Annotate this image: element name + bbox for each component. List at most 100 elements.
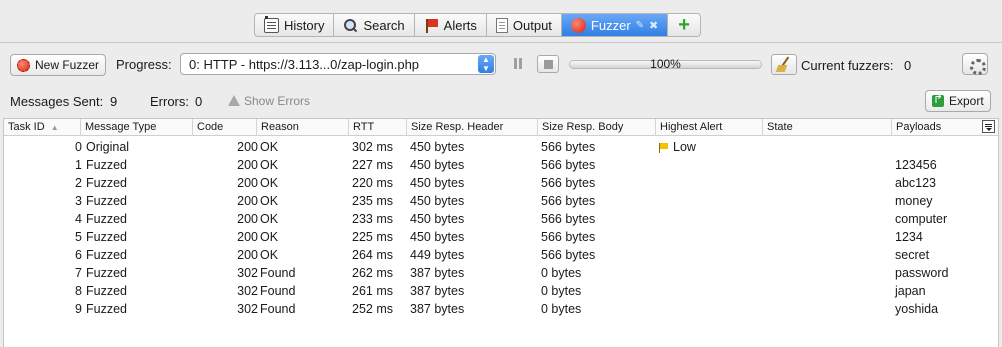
cell-payload: 1234 — [895, 230, 923, 244]
table-row[interactable]: 4 Fuzzed 200 OK 233 ms 450 bytes 566 bytes comp… — [4, 210, 998, 228]
column-header-payloads[interactable]: Payloads — [892, 119, 977, 136]
results-table[interactable]: Task ID ▲ Message Type Code Reason RTT Si… — [3, 118, 999, 347]
cell-rtt: 220 ms — [352, 176, 393, 190]
tab-bar: History Search Alerts Output Fuzzer ✎ ✖ … — [254, 13, 701, 37]
stop-button[interactable] — [537, 55, 559, 73]
table-row[interactable]: 9 Fuzzed 302 Found 252 ms 387 bytes 0 bytes yos… — [4, 300, 998, 318]
cell-code: 200 — [237, 248, 258, 262]
tab-output-label: Output — [512, 17, 552, 33]
table-header: Task ID ▲ Message Type Code Reason RTT Si… — [4, 119, 998, 136]
cell-reason: OK — [260, 176, 279, 190]
cell-message-type: Fuzzed — [86, 284, 127, 298]
cell-size-resp-body: 566 bytes — [541, 176, 596, 190]
column-header-task-id[interactable]: Task ID ▲ — [4, 119, 81, 136]
export-icon — [932, 92, 944, 107]
cell-task-id: 4 — [75, 212, 82, 226]
cell-payload: computer — [895, 212, 948, 226]
current-fuzzers-value: 0 — [904, 58, 912, 73]
column-header-state[interactable]: State — [763, 119, 892, 136]
tab-fuzzer[interactable]: Fuzzer ✎ ✖ — [560, 13, 668, 37]
cell-task-id: 8 — [75, 284, 82, 298]
cell-task-id: 2 — [75, 176, 82, 190]
close-icon[interactable]: ✖ — [649, 19, 658, 32]
cell-payload: yoshida — [895, 302, 939, 316]
clear-broom-button[interactable] — [771, 54, 797, 75]
column-header-size-resp-header[interactable]: Size Resp. Header — [407, 119, 538, 136]
column-header-size-resp-body[interactable]: Size Resp. Body — [538, 119, 656, 136]
new-fuzzer-button[interactable]: New Fuzzer — [10, 54, 107, 76]
cell-reason: Found — [260, 266, 296, 280]
show-errors-button[interactable]: Show Errors — [228, 94, 310, 108]
new-fuzzer-label: New Fuzzer — [35, 58, 100, 72]
cell-size-resp-header: 450 bytes — [410, 176, 465, 190]
column-header-message-type[interactable]: Message Type — [81, 119, 193, 136]
errors-label: Errors: — [150, 94, 189, 109]
cell-task-id: 9 — [75, 302, 82, 316]
pin-icon[interactable]: ✎ — [636, 20, 644, 31]
cell-rtt: 261 ms — [352, 284, 393, 298]
column-header-code[interactable]: Code — [193, 119, 257, 136]
cell-reason: OK — [260, 248, 279, 262]
progress-bar: 100% — [569, 57, 762, 71]
tab-output[interactable]: Output — [485, 13, 561, 37]
cell-size-resp-body: 0 bytes — [541, 302, 582, 316]
history-icon — [264, 15, 279, 33]
cell-reason: Found — [260, 284, 296, 298]
cell-size-resp-body: 566 bytes — [541, 212, 596, 226]
cell-rtt: 233 ms — [352, 212, 393, 226]
cell-size-resp-body: 566 bytes — [541, 140, 596, 154]
cell-highest-alert: Low — [659, 138, 696, 156]
alert-level: Low — [673, 140, 696, 154]
export-label: Export — [949, 94, 984, 108]
gear-icon[interactable] — [962, 53, 988, 75]
cell-payload: secret — [895, 248, 930, 262]
cell-size-resp-header: 450 bytes — [410, 194, 465, 208]
cell-size-resp-header: 387 bytes — [410, 302, 465, 316]
cell-message-type: Original — [86, 140, 130, 154]
cell-rtt: 252 ms — [352, 302, 393, 316]
show-errors-label: Show Errors — [244, 94, 311, 108]
table-row[interactable]: 1 Fuzzed 200 OK 227 ms 450 bytes 566 bytes 1234… — [4, 156, 998, 174]
table-row[interactable]: 0 Original 200 OK 302 ms 450 bytes 566 bytes Lo… — [4, 138, 998, 156]
alert-flag-icon — [424, 18, 439, 33]
fuzzer-panel: New Fuzzer Progress: 0: HTTP - https://3… — [0, 42, 1002, 347]
cell-message-type: Fuzzed — [86, 176, 127, 190]
cell-message-type: Fuzzed — [86, 248, 127, 262]
column-chooser-icon[interactable] — [982, 120, 995, 133]
table-row[interactable]: 2 Fuzzed 200 OK 220 ms 450 bytes 566 bytes abc1… — [4, 174, 998, 192]
cell-size-resp-body: 0 bytes — [541, 284, 582, 298]
fuzzer-icon — [570, 17, 586, 33]
table-row[interactable]: 7 Fuzzed 302 Found 262 ms 387 bytes 0 bytes pas… — [4, 264, 998, 282]
tab-history[interactable]: History — [254, 13, 334, 37]
cell-rtt: 227 ms — [352, 158, 393, 172]
pause-button[interactable] — [509, 55, 527, 73]
table-row[interactable]: 8 Fuzzed 302 Found 261 ms 387 bytes 0 bytes jap… — [4, 282, 998, 300]
tab-alerts-label: Alerts — [443, 17, 477, 33]
cell-payload: password — [895, 266, 949, 280]
tab-search[interactable]: Search — [333, 13, 414, 37]
cell-reason: OK — [260, 212, 279, 226]
column-header-highest-alert[interactable]: Highest Alert — [656, 119, 763, 136]
progress-select[interactable]: 0: HTTP - https://3.113...0/zap-login.ph… — [180, 53, 496, 75]
table-row[interactable]: 5 Fuzzed 200 OK 225 ms 450 bytes 566 bytes 1234 — [4, 228, 998, 246]
tab-alerts[interactable]: Alerts — [413, 13, 486, 37]
column-header-rtt[interactable]: RTT — [349, 119, 407, 136]
messages-sent-value: 9 — [110, 94, 118, 109]
table-row[interactable]: 6 Fuzzed 200 OK 264 ms 449 bytes 566 bytes secr… — [4, 246, 998, 264]
cell-code: 200 — [237, 158, 258, 172]
output-document-icon — [495, 17, 508, 33]
messages-sent-label: Messages Sent: — [10, 94, 104, 109]
cell-code: 302 — [237, 284, 258, 298]
tab-fuzzer-label: Fuzzer — [590, 17, 631, 33]
new-fuzzer-icon — [17, 58, 30, 72]
cell-task-id: 3 — [75, 194, 82, 208]
cell-size-resp-body: 566 bytes — [541, 248, 596, 262]
cell-size-resp-header: 450 bytes — [410, 230, 465, 244]
table-row[interactable]: 3 Fuzzed 200 OK 235 ms 450 bytes 566 bytes mone… — [4, 192, 998, 210]
cell-task-id: 0 — [75, 140, 82, 154]
add-tab-button[interactable]: + — [667, 13, 701, 37]
column-header-reason[interactable]: Reason — [257, 119, 349, 136]
export-button[interactable]: Export — [925, 90, 991, 112]
cell-message-type: Fuzzed — [86, 302, 127, 316]
cell-message-type: Fuzzed — [86, 158, 127, 172]
